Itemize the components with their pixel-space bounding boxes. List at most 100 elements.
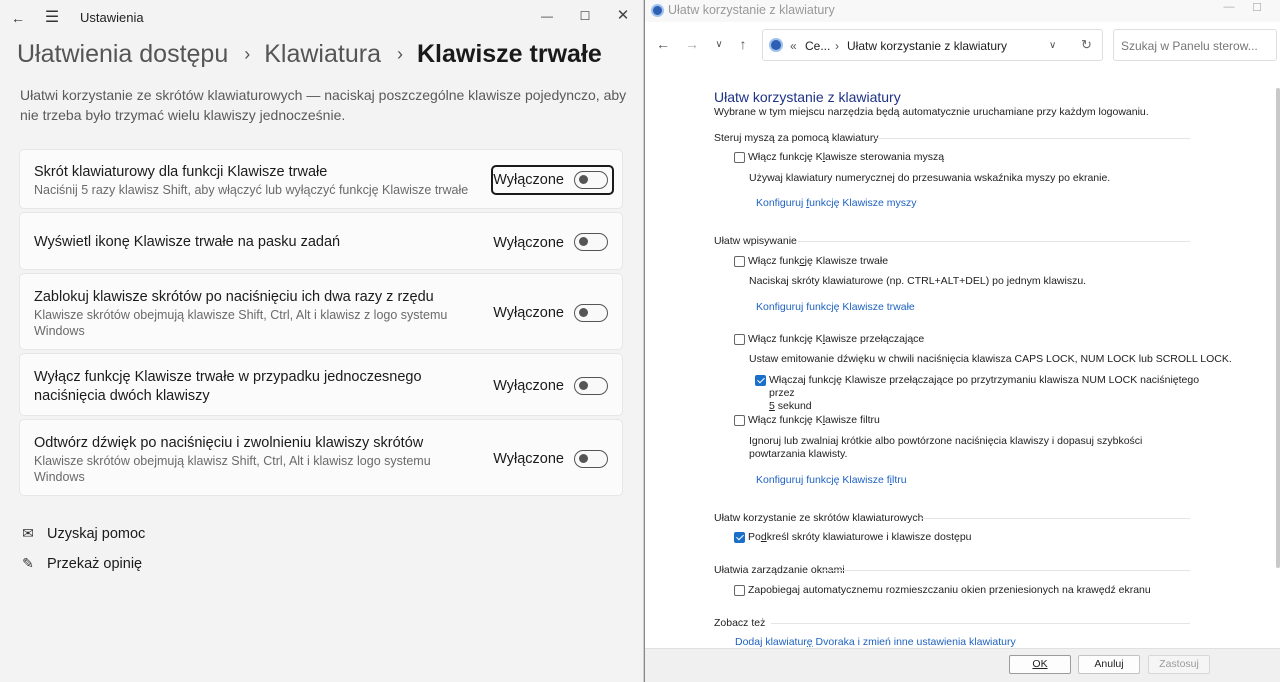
page-description: Ułatwi korzystanie ze skrótów klawiaturo… [20,87,627,123]
address-bar[interactable]: « Ce... › Ułatw korzystanie z klawiatury… [762,29,1103,61]
feedback-icon: ✎ [22,555,34,571]
control-panel-window: Ułatw korzystanie z klawiatury — ☐ ✕ ← →… [645,0,1280,682]
toggle-state-label: Wyłączone [493,235,564,251]
search-placeholder: Szukaj w Panelu sterow... [1121,39,1258,53]
breadcrumb: Ułatwienia dostępu › Klawiatura › Klawis… [17,36,602,72]
checkbox-box[interactable] [734,414,745,426]
toggle-keys-hold-checkbox[interactable]: Włączaj funkcję Klawisze przełączające p… [755,374,1209,413]
toggle-keys-checkbox[interactable]: Włącz funkcję Klawisze przełączające [734,333,924,345]
setting-subtitle: Naciśnij 5 razy klawisz Shift, aby włącz… [34,183,469,197]
toggle-switch-shortcut[interactable] [574,171,608,189]
toggle-state-label: Wyłączone [493,305,564,321]
feedback-link[interactable]: ✎ Przekaż opinię [19,555,142,572]
address-root[interactable]: Ce... [805,39,830,53]
checkbox-label: Włączaj funkcję Klawisze przełączające p… [769,374,1200,412]
section-shortcuts: Ułatw korzystanie ze skrótów klawiaturow… [714,512,924,524]
section-see-also: Zobacz też [714,617,766,629]
checkbox-box-checked[interactable] [755,375,766,386]
maximize-icon[interactable]: ☐ [1244,1,1270,14]
toggle-switch-lock-shortcuts[interactable] [574,304,608,322]
minimize-icon[interactable]: — [1216,1,1242,13]
cp-subheading: Wybrane w tym miejscu narzędzia będą aut… [714,106,1149,118]
checkbox-box[interactable] [734,255,745,267]
underline-shortcuts-checkbox[interactable]: Podkreśl skróty klawiaturowe i klawisze … [734,531,972,543]
chevron-left-icon: « [790,39,797,53]
refresh-icon[interactable]: ↻ [1081,37,1092,53]
hamburger-menu-icon[interactable]: ☰ [42,8,62,28]
cancel-button[interactable]: Anuluj [1078,655,1140,674]
maximize-icon[interactable]: ☐ [569,4,601,28]
sticky-keys-checkbox[interactable]: Włącz funkcję Klawisze trwałe [734,255,888,267]
setting-card-two-keys: Wyłącz funkcję Klawisze trwałe w przypad… [19,353,623,416]
setting-subtitle: Klawisze skrótów obejmują klawisz Shift,… [34,454,431,484]
divider [771,623,1190,624]
filter-keys-checkbox[interactable]: Włącz funkcję Klawisze filtru [734,414,880,426]
setting-title: Wyświetl ikonę Klawisze trwałe na pasku … [34,234,341,250]
back-arrow-icon[interactable]: ← [8,8,28,28]
checkbox-box-checked[interactable] [734,531,745,543]
divider [921,518,1190,519]
divider [875,138,1190,139]
settings-titlebar: ← ☰ Ustawienia — ☐ ✕ [0,0,643,36]
cp-button-bar: OK Anuluj Zastosuj [645,648,1280,682]
configure-filter-keys-link[interactable]: Konfiguruj funkcję Klawisze filtru [756,474,907,486]
control-panel-icon [769,38,783,52]
configure-sticky-keys-link[interactable]: Konfiguruj funkcję Klawisze trwałe [756,301,915,313]
prevent-snap-checkbox[interactable]: Zapobiegaj automatycznemu rozmieszczaniu… [734,584,1151,596]
toggle-keys-description: Ustaw emitowanie dźwięku w chwili naciśn… [749,353,1232,365]
minimize-icon[interactable]: — [531,4,563,28]
checkbox-box[interactable] [734,151,745,163]
setting-card-sound: Odtwórz dźwięk po naciśnięciu i zwolnien… [19,419,623,496]
setting-card-taskbar-icon: Wyświetl ikonę Klawisze trwałe na pasku … [19,212,623,270]
cp-window-title: Ułatw korzystanie z klawiatury [668,3,835,17]
help-icon: ✉ [22,525,34,541]
toggle-switch-two-keys[interactable] [574,377,608,395]
chevron-right-icon: › [244,43,251,64]
toggle-state-label: Wyłączone [493,451,564,467]
settings-window: ← ☰ Ustawienia — ☐ ✕ Ułatwienia dostępu … [0,0,644,682]
cp-content: Ułatw korzystanie z klawiatury Wybrane w… [645,68,1280,682]
toggle-switch-taskbar-icon[interactable] [574,233,608,251]
divider [821,570,1190,571]
checkbox-label: Włącz funkcję Klawisze trwałe [748,255,889,267]
up-arrow-icon[interactable]: ↑ [733,36,753,52]
mouse-keys-description: Używaj klawiatury numerycznej do przesuw… [749,172,1111,184]
get-help-link[interactable]: ✉ Uzyskaj pomoc [19,525,145,542]
toggle-state-label: Wyłączone [493,378,564,394]
checkbox-box[interactable] [734,333,745,345]
checkbox-label: Podkreśl skróty klawiaturowe i klawisze … [748,531,972,543]
sticky-keys-description: Naciskaj skróty klawiaturowe (np. CTRL+A… [749,275,1087,287]
configure-mouse-keys-link[interactable]: Konfiguruj funkcję Klawisze myszy [756,197,917,209]
cp-toolbar: ← → ∨ ↑ « Ce... › Ułatw korzystanie z kl… [645,22,1280,68]
forward-arrow-icon[interactable]: → [682,36,702,52]
setting-title: Odtwórz dźwięk po naciśnięciu i zwolnien… [34,435,424,451]
chevron-right-icon: › [835,39,839,53]
toggle-switch-sound[interactable] [574,450,608,468]
scrollbar[interactable] [1276,88,1280,568]
recent-dropdown-icon[interactable]: ∨ [709,39,729,50]
settings-window-title: Ustawienia [80,10,144,25]
close-icon[interactable]: ✕ [1271,1,1280,14]
cp-heading: Ułatw korzystanie z klawiatury [714,89,901,105]
setting-card-lock-shortcuts: Zablokuj klawisze skrótów po naciśnięciu… [19,273,623,350]
address-current[interactable]: Ułatw korzystanie z klawiatury [847,39,1007,53]
setting-title: Zablokuj klawisze skrótów po naciśnięciu… [34,289,434,305]
apply-button[interactable]: Zastosuj [1148,655,1210,674]
close-icon[interactable]: ✕ [607,4,639,28]
control-panel-icon [651,4,664,17]
breadcrumb-keyboard[interactable]: Klawiatura [264,40,381,69]
page-title: Klawisze trwałe [416,39,602,68]
search-input[interactable]: Szukaj w Panelu sterow... [1113,29,1277,61]
mouse-keys-checkbox[interactable]: Włącz funkcję Klawisze sterowania myszą [734,151,944,163]
checkbox-label: Włącz funkcję Klawisze filtru [748,414,880,426]
checkbox-label: Włącz funkcję Klawisze sterowania myszą [748,151,945,163]
breadcrumb-accessibility[interactable]: Ułatwienia dostępu [17,40,228,69]
checkbox-box[interactable] [734,584,745,596]
section-mouse: Steruj myszą za pomocą klawiatury [714,132,879,144]
address-dropdown-icon[interactable]: ∨ [1049,40,1056,51]
dvorak-keyboard-link[interactable]: Dodaj klawiaturę Dvoraka i zmień inne us… [735,636,1016,648]
toggle-state-label: Wyłączone [493,172,564,188]
back-arrow-icon[interactable]: ← [653,36,673,52]
cp-titlebar: Ułatw korzystanie z klawiatury — ☐ ✕ [645,0,1280,22]
ok-button[interactable]: OK [1009,655,1071,674]
